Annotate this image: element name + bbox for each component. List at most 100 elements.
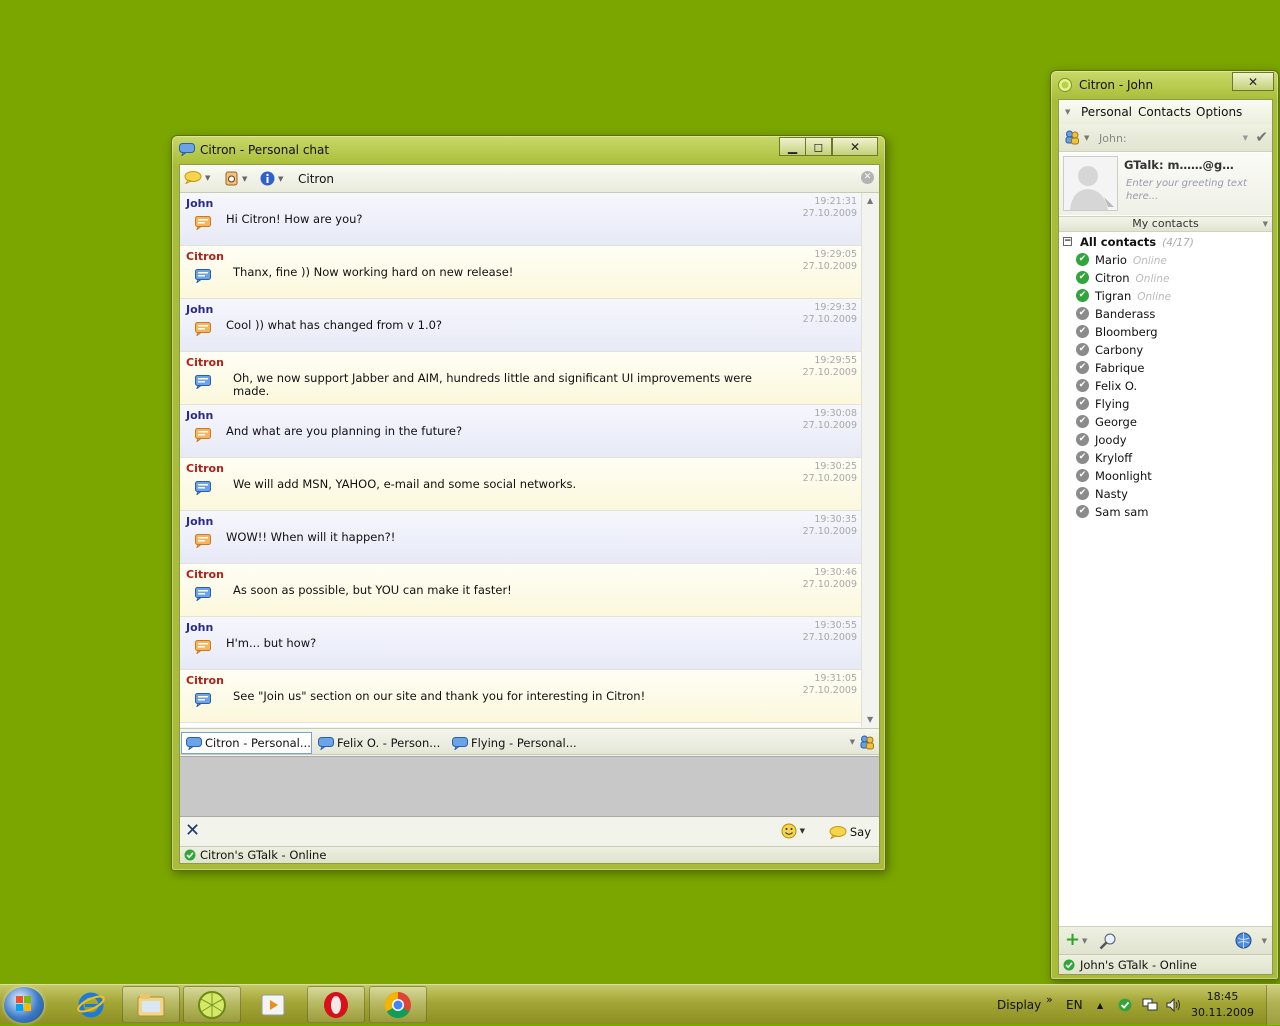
taskbar-opera[interactable]	[307, 986, 365, 1023]
nick-dropdown-icon[interactable]: ▼	[1243, 134, 1248, 142]
speech-bubble-icon	[829, 825, 847, 839]
contact-item[interactable]: ✔ Carbony	[1059, 341, 1272, 359]
tabs-menu-arrow-icon[interactable]: ▼	[850, 738, 855, 746]
message-bubble-icon	[195, 322, 211, 336]
scroll-down-icon[interactable]: ▼	[867, 715, 873, 724]
contact-name: George	[1095, 415, 1137, 429]
menu-contacts[interactable]: Contacts	[1138, 105, 1191, 119]
message-bubble-icon	[195, 587, 211, 601]
contacts-icon[interactable]	[859, 734, 875, 750]
menu-arrow-icon[interactable]: ▼	[1065, 108, 1070, 116]
close-button[interactable]: ✕	[832, 137, 878, 156]
scroll-up-icon[interactable]: ▲	[867, 196, 873, 205]
message-type-button[interactable]: ▼	[184, 171, 210, 184]
tab-label: Felix O. - Person...	[337, 736, 441, 750]
message-date: 27.10.2009	[802, 420, 857, 431]
message-bubble-icon	[195, 534, 211, 548]
tray-volume[interactable]	[1166, 985, 1182, 1025]
roster-close-button[interactable]: ✕	[1232, 72, 1274, 91]
greeting-input[interactable]: Enter your greeting text here...	[1126, 177, 1266, 203]
maximize-button[interactable]: ◻	[805, 137, 832, 156]
clock[interactable]: 18:45 30.11.2009	[1191, 989, 1254, 1021]
taskbar-explorer[interactable]	[122, 986, 180, 1023]
message-scrollbar[interactable]: ▲ ▼	[861, 193, 879, 727]
contact-item[interactable]: ✔ Felix O.	[1059, 377, 1272, 395]
chat-partner-name: Citron	[298, 172, 335, 186]
message-timestamp: 19:30:55 27.10.2009	[803, 620, 857, 644]
message-date: 27.10.2009	[802, 208, 857, 219]
globe-arrow-icon[interactable]: ▼	[1262, 937, 1267, 945]
tray-citron[interactable]	[1118, 985, 1132, 1025]
contacts-group-header[interactable]: My contacts ▼	[1059, 216, 1272, 232]
contact-name: Nasty	[1095, 487, 1128, 501]
status-selector[interactable]: ▼ John: ▼ ✔	[1059, 124, 1272, 152]
search-icon[interactable]	[1099, 932, 1117, 950]
group-all-contacts[interactable]: − All contacts (4/17)	[1059, 233, 1272, 251]
tab-citron[interactable]: Citron - Personal...	[181, 732, 312, 754]
online-status-icon: ✔	[1076, 271, 1089, 284]
contact-item[interactable]: ✔ Fabrique	[1059, 359, 1272, 377]
minimize-button[interactable]: ▁	[779, 137, 806, 156]
message-input[interactable]	[180, 756, 879, 817]
contact-item[interactable]: ✔ Flying	[1059, 395, 1272, 413]
add-contact-button[interactable]: +	[1065, 930, 1080, 950]
roster-titlebar[interactable]: Citron - John ✕	[1051, 71, 1278, 97]
contact-item[interactable]: ✔ Banderass	[1059, 305, 1272, 323]
menu-options[interactable]: Options	[1196, 105, 1242, 119]
message-timestamp: 19:29:55 27.10.2009	[803, 355, 857, 379]
contact-item[interactable]: ✔ Nasty	[1059, 485, 1272, 503]
chat-bubble-icon	[179, 143, 195, 156]
message-timestamp: 19:30:35 27.10.2009	[803, 514, 857, 538]
tray-network[interactable]	[1142, 985, 1158, 1025]
say-button[interactable]: Say	[829, 825, 871, 839]
taskbar-chrome[interactable]	[369, 986, 427, 1023]
menu-personal[interactable]: Personal	[1081, 105, 1132, 119]
tab-felix[interactable]: Felix O. - Person...	[314, 732, 444, 754]
message-time: 19:30:35	[814, 514, 857, 525]
contact-item[interactable]: ✔ Mario Online	[1059, 251, 1272, 269]
tray-expand-button[interactable]: ▲	[1097, 985, 1103, 1025]
contact-name: Fabrique	[1095, 361, 1145, 375]
tab-flying[interactable]: Flying - Personal...	[448, 732, 578, 754]
add-arrow-icon[interactable]: ▼	[1082, 937, 1087, 945]
smiley-button[interactable]: ▼	[781, 823, 805, 839]
globe-icon[interactable]	[1235, 932, 1252, 949]
taskbar-media-player[interactable]	[244, 986, 302, 1023]
clock-date: 30.11.2009	[1191, 1006, 1254, 1019]
message-timestamp: 19:29:05 27.10.2009	[803, 249, 857, 273]
show-desktop-button[interactable]	[1266, 985, 1280, 1025]
offline-status-icon: ✔	[1076, 451, 1089, 464]
contact-item[interactable]: ✔ Citron Online	[1059, 269, 1272, 287]
contact-item[interactable]: ✔ Bloomberg	[1059, 323, 1272, 341]
avatar[interactable]	[1063, 156, 1118, 211]
status-arrow-icon: ▼	[1084, 134, 1090, 142]
taskbar-ie[interactable]	[62, 986, 120, 1023]
contact-item[interactable]: ✔ Kryloff	[1059, 449, 1272, 467]
clear-button[interactable]: ✕	[185, 822, 200, 840]
contact-item[interactable]: ✔ George	[1059, 413, 1272, 431]
collapse-icon[interactable]: −	[1063, 237, 1072, 246]
message-bubble-icon	[195, 640, 211, 654]
contact-item[interactable]: ✔ Tigran Online	[1059, 287, 1272, 305]
contact-item[interactable]: ✔ Sam sam	[1059, 503, 1272, 521]
contact-item[interactable]: ✔ Joody	[1059, 431, 1272, 449]
contact-name: Felix O.	[1095, 379, 1138, 393]
info-icon	[260, 171, 275, 186]
taskbar-citron[interactable]	[183, 986, 241, 1023]
display-toolbar[interactable]: Display	[997, 985, 1041, 1025]
contact-name: Banderass	[1095, 307, 1156, 321]
contact-item[interactable]: ✔ Moonlight	[1059, 467, 1272, 485]
language-indicator[interactable]: EN	[1066, 985, 1083, 1025]
close-chat-button[interactable]: ✕	[861, 171, 874, 184]
minimize-icon: ▁	[787, 139, 798, 154]
history-button[interactable]: ▼	[224, 171, 247, 186]
checkmark-icon[interactable]: ✔	[1255, 128, 1268, 146]
online-status-icon	[1118, 998, 1132, 1012]
say-label: Say	[849, 825, 871, 839]
start-button[interactable]	[4, 987, 44, 1023]
toolbar-chevron[interactable]: »	[1046, 979, 1053, 1019]
chat-titlebar[interactable]: Citron - Personal chat ▁ ◻ ✕	[172, 136, 885, 162]
message-sender: John	[186, 621, 214, 634]
contact-info-button[interactable]: ▼	[260, 171, 283, 186]
contact-status: Online	[1137, 291, 1172, 303]
